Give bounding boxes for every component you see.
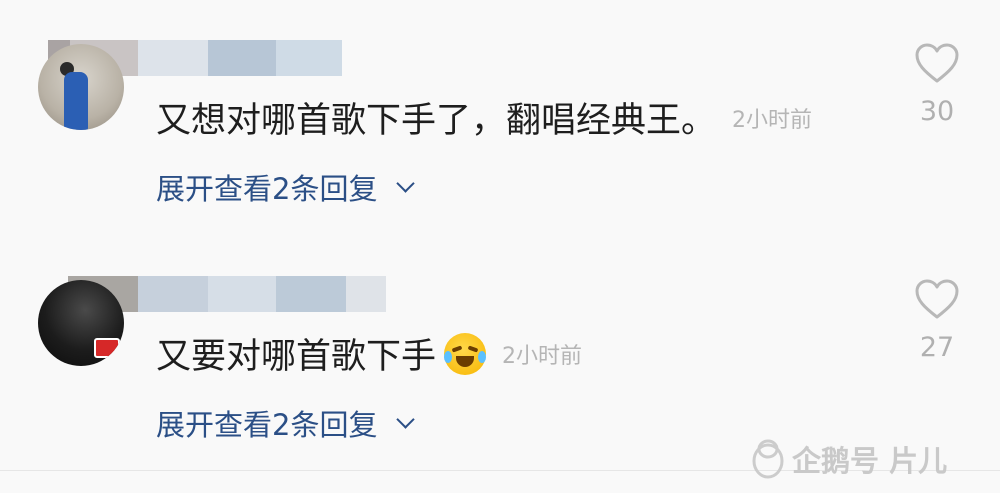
blur-block: [346, 276, 386, 312]
comment-text: 又要对哪首歌下手: [156, 337, 437, 377]
emoji-mouth: [456, 355, 475, 367]
expand-replies-label: 展开查看2条回复: [156, 172, 378, 206]
emoji-tear: [444, 350, 453, 363]
expand-replies-button[interactable]: 展开查看2条回复: [156, 402, 416, 444]
comment-text: 又想对哪首歌下手了，翻唱经典王。: [156, 101, 717, 141]
like-count: 27: [919, 332, 955, 363]
avatar[interactable]: [38, 280, 124, 366]
comment-text-row: 又想对哪首歌下手了，翻唱经典王。 2小时前: [156, 92, 812, 143]
watermark-text: 企鹅号 片儿: [792, 444, 948, 478]
comment-item: 又要对哪首歌下手 2小时前 展开查看2条回复 27: [0, 236, 1000, 466]
emoji-eye: [451, 344, 463, 353]
comment-text-row: 又要对哪首歌下手 2小时前: [156, 328, 582, 379]
penguin-icon: [752, 439, 784, 479]
watermark: 企鹅号 片儿: [750, 436, 947, 482]
laughing-crying-emoji-icon: [444, 332, 487, 375]
blur-block: [138, 40, 208, 76]
comment-time: 2小时前: [502, 343, 583, 369]
heart-icon[interactable]: [914, 278, 960, 320]
chevron-down-icon: [396, 173, 416, 193]
avatar[interactable]: [38, 44, 124, 130]
blur-block: [138, 276, 208, 312]
comment-item: 又想对哪首歌下手了，翻唱经典王。 2小时前 展开查看2条回复 30: [0, 0, 1000, 230]
expand-replies-button[interactable]: 展开查看2条回复: [156, 166, 416, 208]
like-count: 30: [919, 96, 955, 127]
emoji-eye: [467, 344, 479, 353]
blur-block: [276, 40, 342, 76]
expand-replies-label: 展开查看2条回复: [156, 408, 378, 442]
blur-block: [208, 40, 276, 76]
blur-block: [208, 276, 276, 312]
comment-time: 2小时前: [732, 107, 813, 133]
avatar-figure: [64, 72, 88, 130]
emoji-tear: [478, 350, 487, 363]
flag-badge-icon: [94, 338, 120, 358]
chevron-down-icon: [396, 409, 416, 429]
heart-icon[interactable]: [914, 42, 960, 84]
blur-block: [276, 276, 346, 312]
